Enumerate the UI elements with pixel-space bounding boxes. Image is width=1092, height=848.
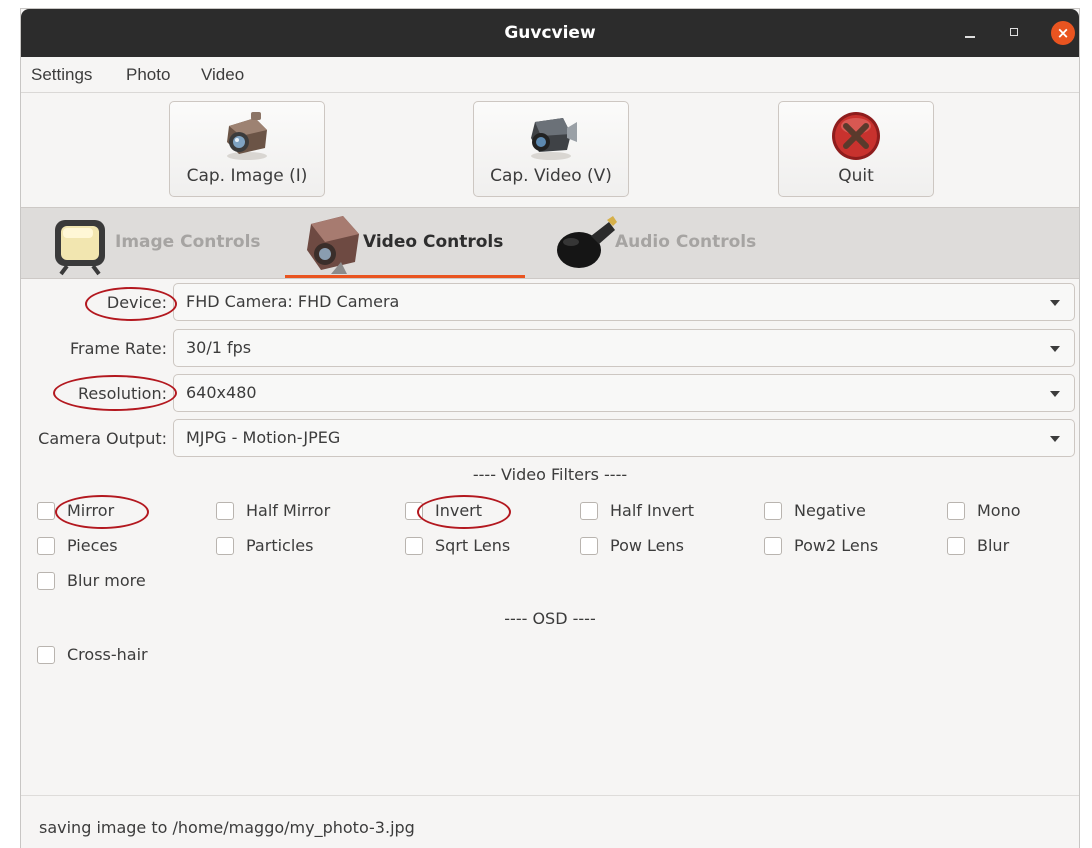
quit-icon — [832, 112, 880, 160]
filter-checkbox[interactable] — [947, 537, 965, 555]
status-text: saving image to /home/maggo/my_photo-3.j… — [39, 818, 415, 837]
frame-rate-value: 30/1 fps — [186, 338, 252, 357]
filter-checkbox[interactable] — [37, 537, 55, 555]
filter-checkbox[interactable] — [764, 537, 782, 555]
filter-checkbox[interactable] — [947, 502, 965, 520]
resolution-value: 640x480 — [186, 383, 257, 402]
title-bar: Guvcview × — [21, 9, 1079, 57]
filter-label: Blur — [977, 536, 1010, 555]
filter-label: Pow Lens — [610, 536, 684, 555]
filter-checkbox[interactable] — [216, 502, 234, 520]
cap-video-button[interactable]: Cap. Video (V) — [473, 101, 629, 197]
chevron-down-icon — [1050, 391, 1060, 397]
controls-tabs: Image Controls Video Controls Audio Cont… — [21, 207, 1079, 279]
video-camera-icon — [307, 216, 359, 274]
filter-label: Sqrt Lens — [435, 536, 511, 555]
resolution-select[interactable]: 640x480 — [173, 374, 1075, 412]
camera-output-row: Camera Output: MJPG - Motion-JPEG — [21, 419, 1079, 459]
camera-output-select[interactable]: MJPG - Motion-JPEG — [173, 419, 1075, 457]
filter-checkbox[interactable] — [580, 537, 598, 555]
close-icon[interactable]: × — [1051, 21, 1075, 45]
filter-checkbox[interactable] — [405, 537, 423, 555]
filter-checkbox[interactable] — [764, 502, 782, 520]
photo-camera-icon — [227, 112, 267, 160]
filter-label: Invert — [435, 501, 483, 520]
filter-checkbox[interactable] — [216, 537, 234, 555]
filter-checkbox[interactable] — [37, 572, 55, 590]
device-row: Device: FHD Camera: FHD Camera — [21, 283, 1079, 323]
chevron-down-icon — [1050, 436, 1060, 442]
status-bar: saving image to /home/maggo/my_photo-3.j… — [21, 795, 1079, 848]
tab-image-controls[interactable]: Image Controls — [47, 208, 267, 278]
quit-label: Quit — [838, 166, 874, 186]
window-title: Guvcview — [504, 23, 596, 43]
frame-rate-label: Frame Rate: — [69, 339, 167, 358]
resolution-row: Resolution: 640x480 — [21, 374, 1079, 414]
chevron-down-icon — [1050, 346, 1060, 352]
device-label: Device: — [106, 293, 167, 312]
device-select[interactable]: FHD Camera: FHD Camera — [173, 283, 1075, 321]
frame-rate-select[interactable]: 30/1 fps — [173, 329, 1075, 367]
monitor-icon — [55, 220, 105, 276]
cap-video-label: Cap. Video (V) — [490, 166, 612, 186]
filter-label: Pow2 Lens — [794, 536, 879, 555]
tab-image-controls-label: Image Controls — [115, 232, 261, 252]
filter-label: Mirror — [67, 501, 115, 520]
toolbar: Cap. Image (I) Cap. Video (V) Quit — [21, 93, 1079, 207]
osd-title: ---- OSD ---- — [504, 609, 596, 628]
video-filters-title: ---- Video Filters ---- — [472, 465, 628, 484]
filter-label: Negative — [794, 501, 866, 520]
device-value: FHD Camera: FHD Camera — [186, 292, 400, 311]
active-tab-indicator — [285, 275, 525, 278]
filter-label: Half Mirror — [246, 501, 331, 520]
filter-label: Blur more — [67, 571, 146, 590]
menu-video[interactable]: Video — [201, 57, 244, 93]
osd-label: Cross-hair — [67, 645, 148, 664]
filter-label: Particles — [246, 536, 314, 555]
filter-checkbox[interactable] — [37, 502, 55, 520]
menu-bar: Settings Photo Video — [21, 57, 1079, 93]
video-camera-icon — [531, 118, 577, 160]
maximize-icon[interactable] — [1003, 21, 1027, 45]
filter-label: Pieces — [67, 536, 118, 555]
guvcview-window: Guvcview × Settings Photo Video Cap. Ima… — [20, 8, 1080, 848]
chevron-down-icon — [1050, 300, 1060, 306]
frame-rate-row: Frame Rate: 30/1 fps — [21, 329, 1079, 369]
tab-video-controls-label: Video Controls — [363, 232, 504, 252]
resolution-label: Resolution: — [78, 384, 167, 403]
menu-settings[interactable]: Settings — [31, 57, 92, 93]
filter-label: Half Invert — [610, 501, 695, 520]
filter-checkbox[interactable] — [405, 502, 423, 520]
microphone-icon — [557, 216, 617, 268]
minimize-icon[interactable] — [959, 21, 983, 45]
camera-output-value: MJPG - Motion-JPEG — [186, 428, 341, 447]
quit-button[interactable]: Quit — [778, 101, 934, 197]
osd-checkbox[interactable] — [37, 646, 55, 664]
cap-image-label: Cap. Image (I) — [186, 166, 308, 186]
tab-audio-controls-label: Audio Controls — [615, 232, 757, 252]
tab-audio-controls[interactable]: Audio Controls — [555, 208, 785, 278]
tab-video-controls[interactable]: Video Controls — [301, 208, 525, 278]
cap-image-button[interactable]: Cap. Image (I) — [169, 101, 325, 197]
filter-label: Mono — [977, 501, 1021, 520]
filter-checkbox[interactable] — [580, 502, 598, 520]
camera-output-label: Camera Output: — [38, 429, 167, 448]
menu-photo[interactable]: Photo — [126, 57, 170, 93]
